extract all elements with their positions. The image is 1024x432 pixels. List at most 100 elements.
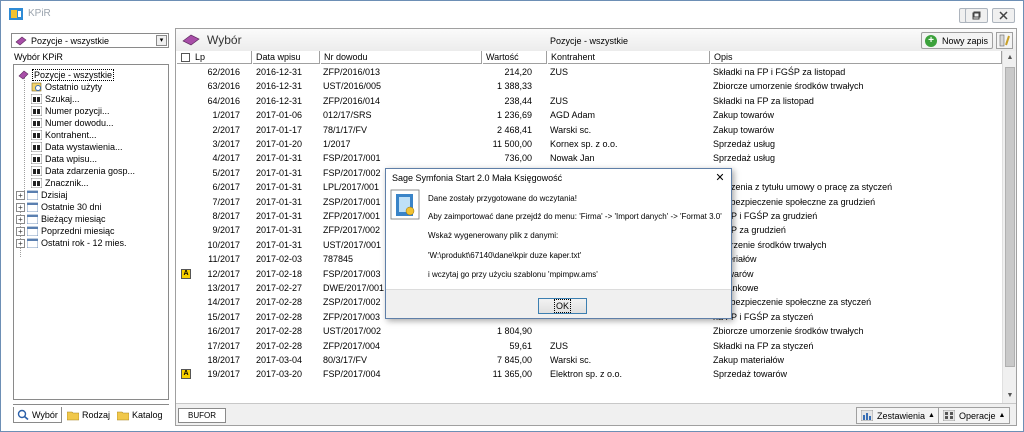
cell-lp: 13/2017 xyxy=(207,283,240,293)
vertical-scrollbar[interactable]: ▲ ▼ xyxy=(1002,51,1016,403)
table-row[interactable]: 17/2017 2017-02-28 ZFP/2017/004 59,61 ZUS Skł… xyxy=(176,339,1002,354)
cell-value: 11 365,00 xyxy=(492,369,532,380)
book-icon xyxy=(18,70,29,80)
binoculars-icon xyxy=(31,118,42,128)
tree-item-last-year[interactable]: Ostatni rok - 12 mies. xyxy=(27,237,127,249)
cell-value: 736,00 xyxy=(504,153,532,164)
column-header-doc[interactable]: Nr dowodu xyxy=(320,51,482,64)
column-header-contractor[interactable]: Kontrahent xyxy=(547,51,710,64)
tree-item-all-positions[interactable]: Pozycje - wszystkie xyxy=(18,69,115,81)
scroll-down-icon[interactable]: ▼ xyxy=(1004,389,1016,403)
restore-button[interactable] xyxy=(965,8,988,23)
tree-item-recent[interactable]: Ostatnio użyty xyxy=(31,81,102,93)
cell-doc: FSP/2017/004 xyxy=(323,369,381,380)
table-row[interactable]: 1/2017 2017-01-06 012/17/SRS 1 236,69 AGD Ad… xyxy=(176,108,1002,123)
tree-item-previous-month[interactable]: Poprzedni miesiąc xyxy=(27,225,115,237)
tree-item-current-month[interactable]: Bieżący miesiąc xyxy=(27,213,106,225)
tab-wybor[interactable]: Wybór xyxy=(13,407,62,423)
binoculars-icon xyxy=(31,154,42,164)
cell-desc: Składki na FP za styczeń xyxy=(713,340,814,351)
table-row[interactable]: 63/2016 2016-12-31 UST/2016/005 1 388,33 Zbi… xyxy=(176,79,1002,94)
cell-lp: 7/2017 xyxy=(212,196,240,207)
table-row[interactable]: 4/2017 2017-01-31 FSP/2017/001 736,00 Nowak … xyxy=(176,151,1002,166)
app-logo-icon xyxy=(9,8,23,20)
edit-icon xyxy=(999,34,1010,47)
cell-lp: 19/2017 xyxy=(207,369,240,380)
tree-item-issue-date[interactable]: Data wystawienia... xyxy=(31,141,123,153)
table-row[interactable]: 64/2016 2016-12-31 ZFP/2016/014 238,44 ZUS Sk… xyxy=(176,94,1002,109)
cell-date: 2017-03-20 xyxy=(256,369,303,380)
tab-katalog[interactable]: Katalog xyxy=(117,407,163,423)
expand-icon[interactable]: + xyxy=(16,203,25,212)
cell-doc: ZFP/2016/013 xyxy=(323,67,381,77)
column-header-value[interactable]: Wartość xyxy=(482,51,547,64)
dialog-message-1: Dane zostały przygotowane do wczytania! xyxy=(428,194,577,203)
tree-item-today[interactable]: Dzisiaj xyxy=(27,189,68,201)
cell-contractor: Warski sc. xyxy=(550,355,592,365)
operations-icon xyxy=(943,410,955,421)
column-header-description[interactable]: Opis xyxy=(710,51,1002,64)
cell-desc: Zakup towarów xyxy=(713,110,775,121)
tree-item-last-30-days[interactable]: Ostatnie 30 dni xyxy=(27,201,102,213)
expand-icon[interactable]: + xyxy=(16,215,25,224)
cell-doc: 80/3/17/FV xyxy=(323,355,368,365)
cell-desc: Zakup towarów xyxy=(713,124,775,135)
add-icon: + xyxy=(925,34,937,47)
cell-value: 1 236,69 xyxy=(496,110,532,121)
close-button[interactable] xyxy=(992,8,1015,23)
table-row[interactable]: A 19/2017 2017-03-20 FSP/2017/004 11 365,00 E… xyxy=(176,367,1002,382)
scroll-thumb[interactable] xyxy=(1005,67,1015,367)
reports-button[interactable]: Zestawienia ▲ xyxy=(856,407,940,424)
book-icon xyxy=(182,34,200,46)
tree-item-contractor[interactable]: Kontrahent... xyxy=(31,129,97,141)
cell-doc: ZFP/2017/001 xyxy=(323,211,381,221)
cell-lp: 12/2017 xyxy=(207,268,240,279)
tab-rodzaj[interactable]: Rodzaj xyxy=(67,407,110,423)
cell-desc: Zbiorcze umorzenie środków trwałych xyxy=(713,81,864,92)
cell-desc: Sprzedaż usług xyxy=(713,153,776,164)
table-row[interactable]: 16/2017 2017-02-28 UST/2017/002 1 804,90 Zbi… xyxy=(176,324,1002,339)
table-row[interactable]: 18/2017 2017-03-04 80/3/17/FV 7 845,00 Warsk… xyxy=(176,353,1002,368)
tree-item-search[interactable]: Szukaj... xyxy=(31,93,80,105)
new-entry-button[interactable]: + Nowy zapis xyxy=(921,32,993,49)
tree-item-position-number[interactable]: Numer pozycji... xyxy=(31,105,110,117)
cell-doc: 787845 xyxy=(323,254,354,265)
binoculars-icon xyxy=(31,106,42,116)
table-row[interactable]: 62/2016 2016-12-31 ZFP/2016/013 214,20 ZUS Sk… xyxy=(176,65,1002,80)
view-dropdown[interactable]: Pozycje - wszystkie ▾ xyxy=(11,33,169,48)
tree-item-entry-date[interactable]: Data wpisu... xyxy=(31,153,97,165)
ok-button[interactable]: OK xyxy=(538,298,587,314)
binoculars-icon xyxy=(31,130,42,140)
chevron-down-icon[interactable]: ▾ xyxy=(156,35,167,46)
dialog-file-path: 'W:\produkt\67140\dane\kpir duze kaper.t… xyxy=(428,251,582,260)
cell-desc: grodzenia z tytułu umowy o pracę za styc… xyxy=(713,182,893,193)
operations-button[interactable]: Operacje ▲ xyxy=(938,407,1011,424)
tree-item-event-date[interactable]: Data zdarzenia gosp... xyxy=(31,165,135,177)
dialog-title: Sage Symfonia Start 2.0 Mała Księgowość xyxy=(392,173,563,183)
table-header: Lp Data wpisu Nr dowodu Wartość Kontrahe… xyxy=(176,51,1002,64)
table-row[interactable]: 2/2017 2017-01-17 78/1/17/FV 2 468,41 Warski… xyxy=(176,123,1002,138)
cell-date: 2017-02-03 xyxy=(256,254,303,265)
cell-date: 2016-12-31 xyxy=(256,67,303,77)
cell-lp: 63/2016 xyxy=(207,81,240,92)
tree-item-document-number[interactable]: Numer dowodu... xyxy=(31,117,114,129)
cell-desc: Zakup materiałów xyxy=(713,355,785,365)
column-header-date[interactable]: Data wpisu xyxy=(252,51,320,64)
cell-desc: Składki na FP i FGŚP za listopad xyxy=(713,67,846,77)
expand-icon[interactable]: + xyxy=(16,191,25,200)
column-header-lp[interactable]: Lp xyxy=(176,51,252,64)
chevron-up-icon: ▲ xyxy=(928,412,935,419)
checkbox-icon[interactable] xyxy=(181,53,190,62)
expand-icon[interactable]: + xyxy=(16,239,25,248)
expand-icon[interactable]: + xyxy=(16,227,25,236)
toolbar-menu-button[interactable] xyxy=(996,32,1013,49)
cell-desc: Sprzedaż towarów xyxy=(713,369,788,380)
cell-doc: ZSP/2017/002 xyxy=(323,297,381,308)
scroll-up-icon[interactable]: ▲ xyxy=(1004,51,1016,65)
table-row[interactable]: 3/2017 2017-01-20 1/2017 11 500,00 Kornex sp… xyxy=(176,137,1002,152)
chevron-up-icon: ▲ xyxy=(998,412,1006,419)
cell-lp: 8/2017 xyxy=(212,211,240,221)
tree-item-marker[interactable]: Znacznik... xyxy=(31,177,89,189)
dialog-close-button[interactable]: ✕ xyxy=(713,171,727,185)
bufor-field[interactable]: BUFOR xyxy=(178,408,226,423)
